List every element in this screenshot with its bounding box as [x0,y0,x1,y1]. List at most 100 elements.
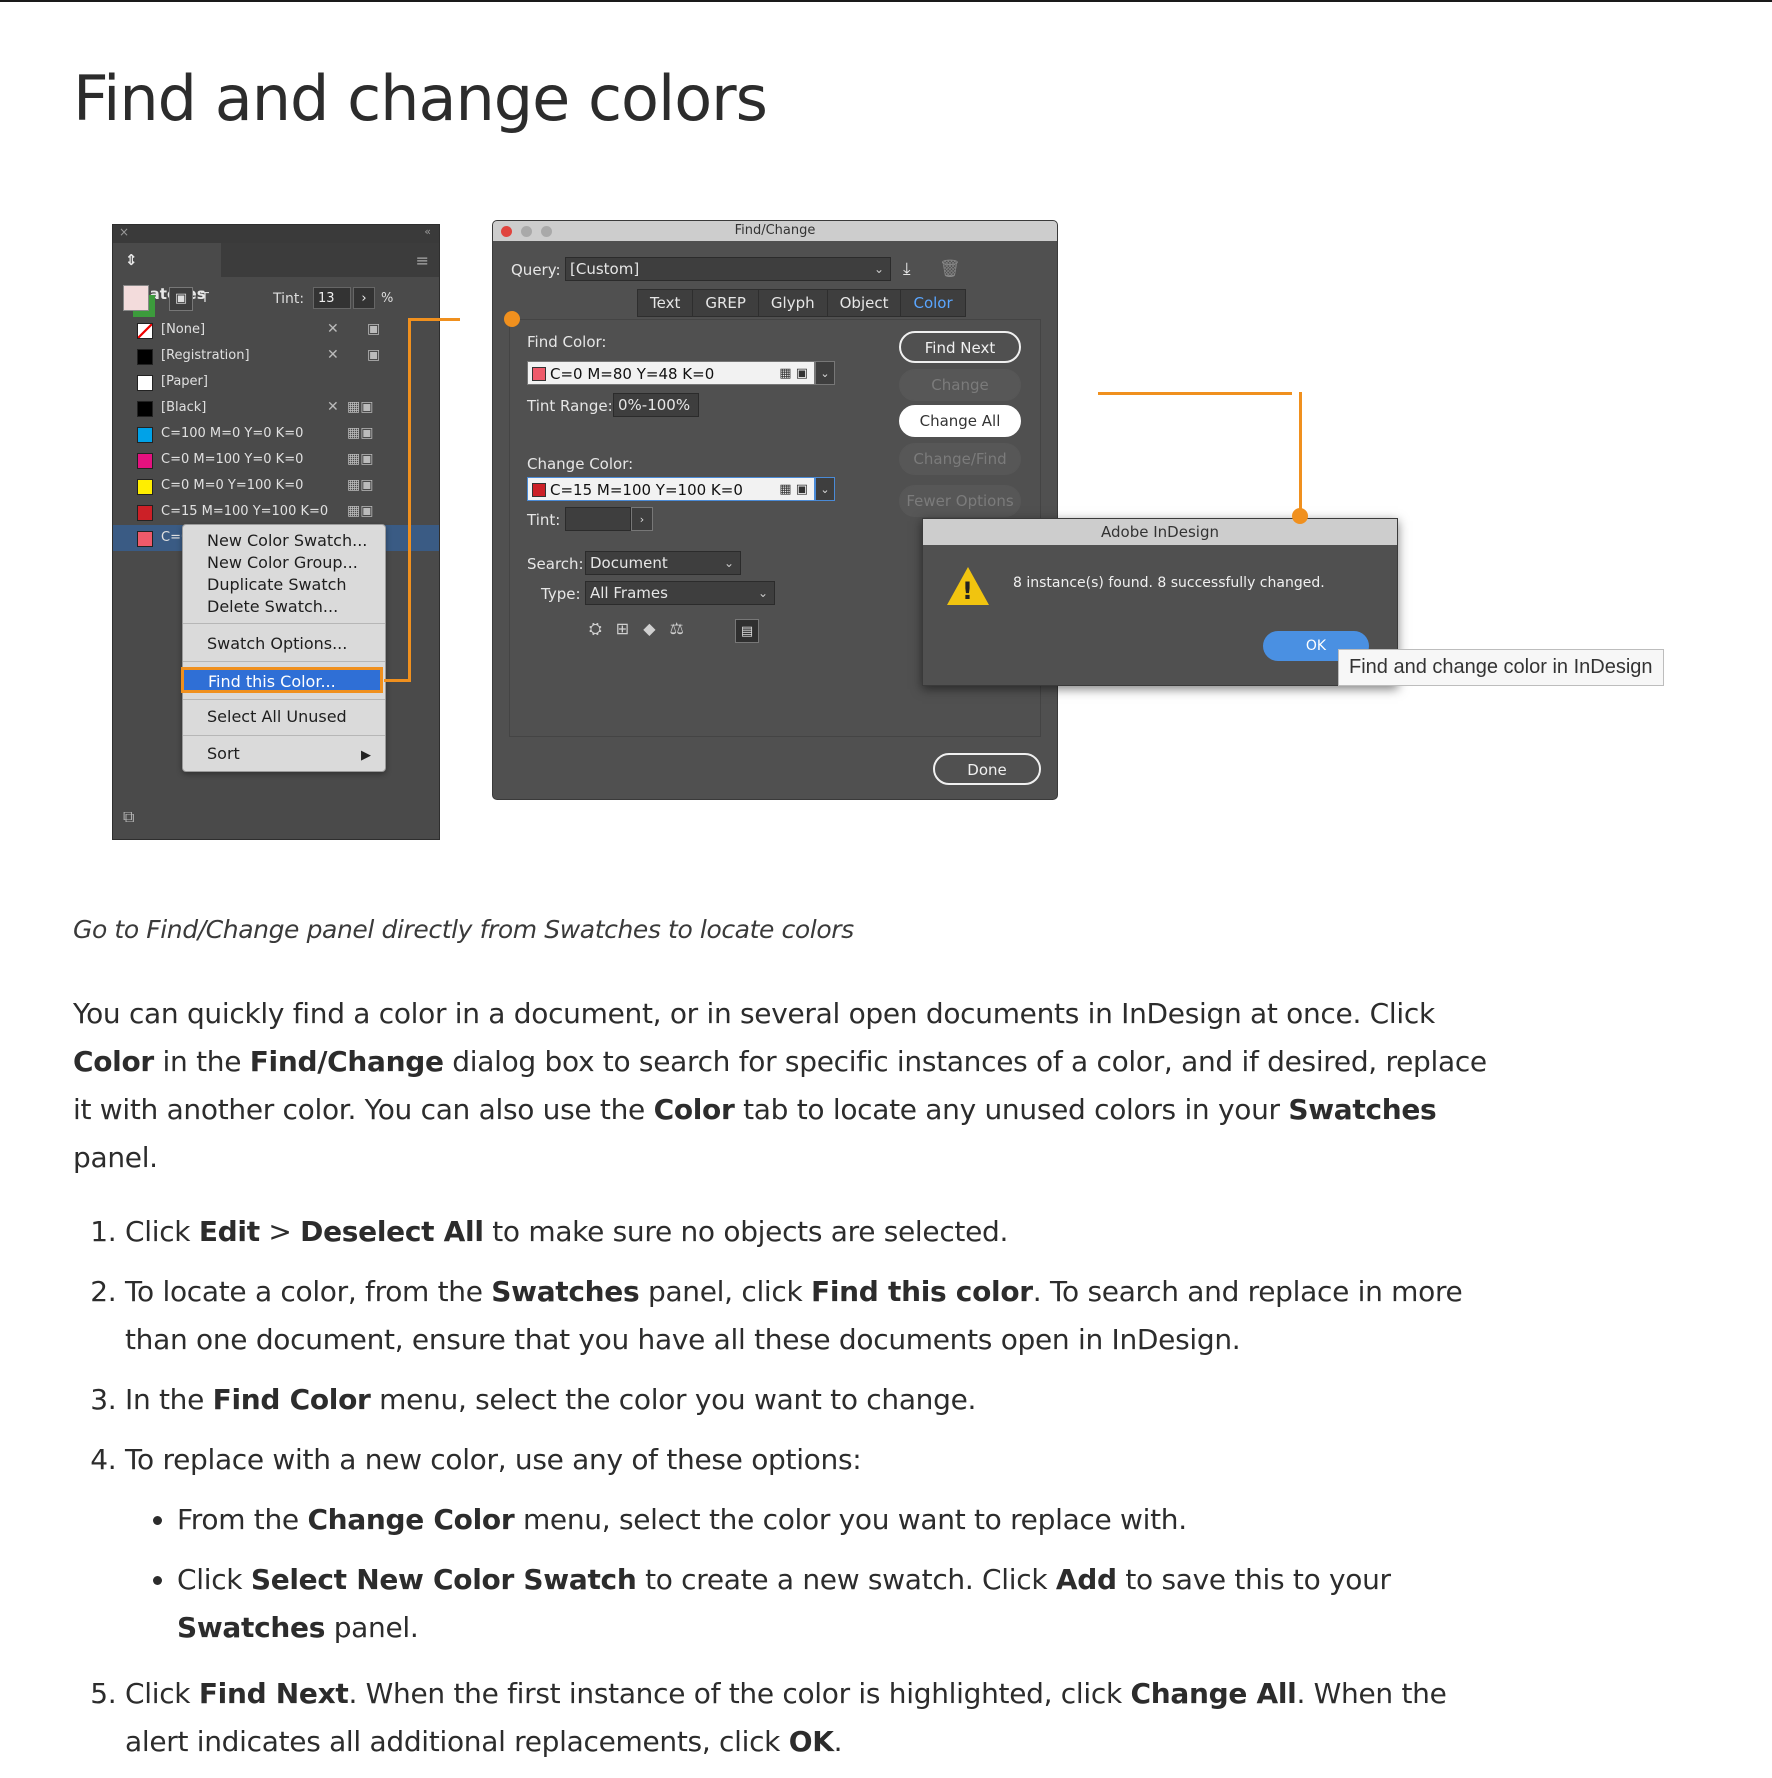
collapse-icon[interactable]: « [424,225,431,238]
find-color-dropdown-icon[interactable]: ⌄ [815,361,835,385]
tint-range-input[interactable]: 0%-100% [613,393,699,417]
swatch-chip [137,453,153,469]
warning-mark: ! [962,577,973,605]
tab-swatches[interactable]: ⇕ Swatches [113,243,221,303]
menu-duplicate-swatch[interactable]: Duplicate Swatch [207,575,347,594]
connector-line [384,679,410,682]
search-hidden-layers-icon[interactable]: ▤ [735,619,759,643]
menu-sort[interactable]: Sort [207,744,240,763]
change-button[interactable]: Change [899,369,1021,401]
done-button[interactable]: Done [933,753,1041,785]
non-editable-icon: ✕ [327,321,339,337]
container-format-icon[interactable]: ▣ [169,287,193,311]
delete-query-icon[interactable]: 🗑 [939,259,961,279]
bold-term: Swatches [491,1275,640,1308]
tint-range-label: Tint Range: [527,397,613,415]
swatch-row[interactable]: C=0 M=100 Y=0 K=0 ▦▣ [113,447,439,473]
tab-color[interactable]: Color [901,290,964,316]
tab-glyph[interactable]: Glyph [759,290,828,316]
new-swatch-icon[interactable]: ⧉ [123,807,134,827]
swatch-chip [137,323,153,339]
change-all-button[interactable]: Change All [899,405,1021,437]
find-color-select[interactable]: C=0 M=80 Y=48 K=0 ▦ ▣ [527,361,815,385]
tint-input[interactable] [565,507,631,531]
window-minimize-icon[interactable] [521,226,532,237]
find-change-dialog: Find/Change Query: [Custom] ⌄ ⤓ 🗑 Text G… [492,220,1058,800]
tint-input[interactable]: 13 [313,287,351,309]
connector-dot [504,311,520,327]
swatch-row[interactable]: C=0 M=0 Y=100 K=0 ▦▣ [113,473,439,499]
find-color-chip [532,367,546,381]
panel-titlebar: × « [113,225,439,243]
swatch-row[interactable]: [Paper] [113,369,439,395]
tab-object[interactable]: Object [828,290,902,316]
change-find-button[interactable]: Change/Find [899,443,1021,475]
figure-screenshot: × « ⇕ Swatches ≡ ▣ T Tint: 13 › % [None]… [112,218,1722,888]
menu-new-color-swatch[interactable]: New Color Swatch... [207,531,367,550]
swatch-name: C=100 M=0 Y=0 K=0 [161,426,304,441]
bold-term: Deselect All [300,1215,484,1248]
swatch-list: [None] ✕ ▣ [Registration] ✕ ▣ [Paper] [Black] ✕ ▦… [113,317,439,551]
type-select[interactable]: All Frames ⌄ [585,581,775,605]
swatch-chip [137,479,153,495]
page-title: Find and change colors [73,62,768,135]
type-value: All Frames [590,584,668,602]
bold-term: Select New Color Swatch [250,1563,637,1596]
menu-new-color-group[interactable]: New Color Group... [207,553,358,572]
swatch-tools: ▣ T Tint: 13 › % [113,277,439,317]
chevron-down-icon: ⌄ [757,586,768,600]
tab-text[interactable]: Text [638,290,694,316]
step-4-options: From the Change Color menu, select the c… [125,1496,1493,1652]
swatch-row[interactable]: [None] ✕ ▣ [113,317,439,343]
save-query-icon[interactable]: ⤓ [903,259,911,279]
swatch-name: [None] [161,322,206,337]
tooltip: Find and change color in InDesign [1338,649,1664,686]
fewer-options-button[interactable]: Fewer Options [899,485,1021,517]
alert-message: 8 instance(s) found. 8 successfully chan… [1013,575,1325,591]
text-format-icon[interactable]: T [193,287,217,311]
query-label: Query: [511,261,561,279]
menu-separator [183,735,385,736]
query-value: [Custom] [570,260,640,278]
swatch-row[interactable]: C=100 M=0 Y=0 K=0 ▦▣ [113,421,439,447]
search-select[interactable]: Document ⌄ [585,551,741,575]
menu-find-this-color[interactable]: Find this Color... [181,667,383,693]
swatch-row[interactable]: [Black] ✕ ▦▣ [113,395,439,421]
bold-term: Find Next [198,1677,349,1710]
bold-term: Swatches [177,1611,326,1644]
search-option-icons[interactable]: ⛭⊞◆⚖ [589,619,698,639]
panel-menu-icon[interactable]: ≡ [416,251,429,270]
menu-delete-swatch[interactable]: Delete Swatch... [207,597,338,616]
swatch-row[interactable]: [Registration] ✕ ▣ [113,343,439,369]
color-mode-icon: ▦ ▣ [779,366,808,381]
type-label: Type: [541,585,581,603]
tint-arrow-icon[interactable]: › [631,507,653,531]
window-zoom-icon[interactable] [541,226,552,237]
find-next-button[interactable]: Find Next [899,331,1021,363]
change-color-dropdown-icon[interactable]: ⌄ [815,477,835,501]
menu-swatch-options[interactable]: Swatch Options... [207,634,347,653]
step-5: Click Find Next. When the first instance… [125,1670,1493,1766]
bold-term: Find this color [811,1275,1033,1308]
fill-stroke-icon[interactable] [123,285,155,317]
search-label: Search: [527,555,584,573]
menu-select-all-unused[interactable]: Select All Unused [207,707,347,726]
swatch-row[interactable]: C=15 M=100 Y=100 K=0 ▦▣ [113,499,439,525]
fill-swatch[interactable] [123,285,149,311]
tint-arrow-icon[interactable]: › [353,287,375,309]
color-mode-icon: ▦▣ [347,425,374,441]
window-close-icon[interactable] [501,226,512,237]
step-4-option-2: Click Select New Color Swatch to create … [177,1556,1493,1652]
tab-grep[interactable]: GREP [693,290,759,316]
bold-term: Color [653,1093,735,1126]
connector-line [1299,392,1302,516]
query-select[interactable]: [Custom] ⌄ [565,257,891,281]
search-value: Document [590,554,668,572]
change-color-select[interactable]: C=15 M=100 Y=100 K=0 ▦ ▣ [527,477,815,501]
color-mode-icon: ▣ [367,321,381,337]
step-2: To locate a color, from the Swatches pan… [125,1268,1493,1364]
bold-term: Change All [1130,1677,1297,1710]
connector-line [408,318,460,321]
change-color-chip [532,483,546,497]
close-icon[interactable]: × [119,225,129,239]
